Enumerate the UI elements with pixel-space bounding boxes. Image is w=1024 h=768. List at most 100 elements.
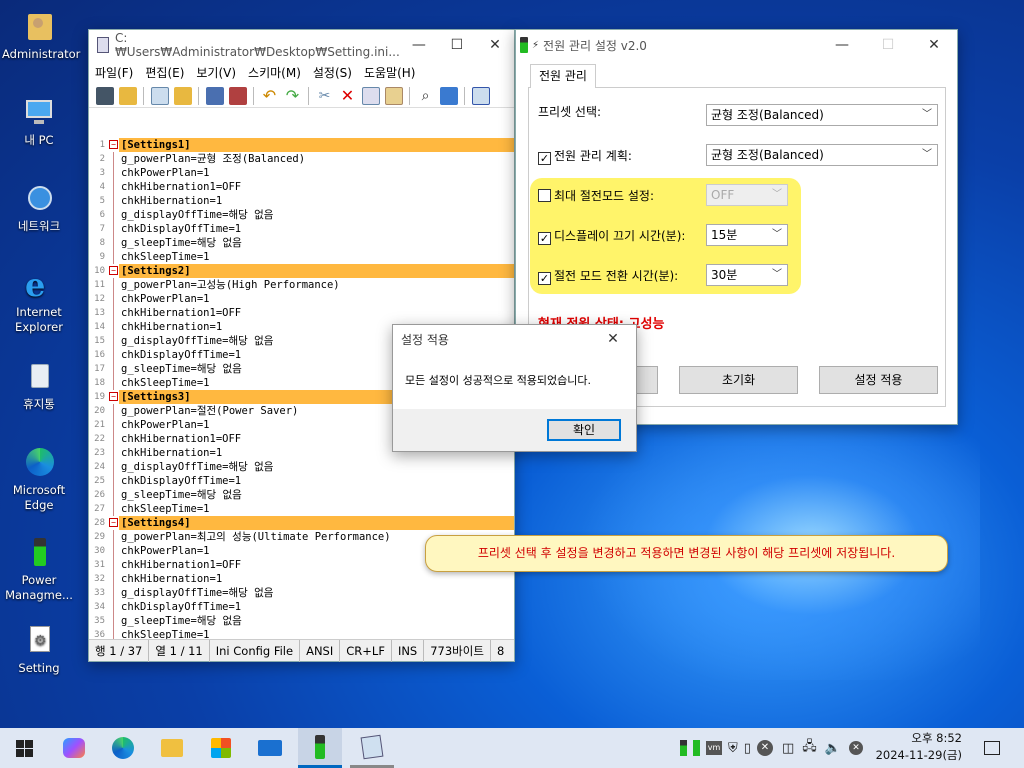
menu-schema[interactable]: 스키마(M) [242, 64, 307, 81]
close-button[interactable]: ✕ [911, 30, 957, 60]
editor-line[interactable]: 24 g_displayOffTime=해당 없음 [89, 460, 514, 474]
network-icon[interactable]: 🖧 [802, 737, 817, 759]
desktop-icon-setting[interactable]: ⚙ Setting [2, 624, 76, 676]
cut-icon[interactable]: ✂ [316, 87, 334, 105]
desktop-icon-my-pc[interactable]: 내 PC [2, 96, 76, 148]
editor-line[interactable]: 8 g_sleepTime=해당 없음 [89, 236, 514, 250]
minimize-button[interactable]: — [819, 30, 865, 60]
editor-line[interactable]: 9 chkSleepTime=1 [89, 250, 514, 264]
editor-line[interactable]: 5 chkHibernation=1 [89, 194, 514, 208]
delete-icon[interactable]: ✕ [339, 86, 357, 105]
undo-icon[interactable]: ↶ [261, 86, 279, 105]
status-encoding[interactable]: ANSI [300, 639, 341, 662]
battery-tray-icon[interactable] [680, 740, 687, 756]
editor-line[interactable]: 13 chkHibernation1=OFF [89, 306, 514, 320]
open-icon[interactable] [118, 86, 137, 105]
plan-select[interactable]: 균형 조정(Balanced) ﹀ [706, 144, 938, 166]
fold-toggle[interactable]: − [107, 264, 119, 278]
power-titlebar[interactable]: ⚡ 전원 관리 설정 v2.0 — ☐ ✕ [516, 30, 957, 60]
fold-toggle[interactable]: − [107, 138, 119, 152]
preset-select[interactable]: 균형 조정(Balanced) ﹀ [706, 104, 938, 126]
desktop-icon-administrator[interactable]: Administrator [2, 10, 80, 62]
dialog-titlebar[interactable]: 설정 적용 ✕ [393, 325, 636, 353]
menu-settings[interactable]: 설정(S) [307, 64, 358, 81]
status-filetype[interactable]: Ini Config File [210, 639, 301, 662]
paste-icon[interactable] [384, 86, 403, 105]
notifications-button[interactable] [972, 728, 1012, 768]
sleep-select[interactable]: 30분 ﹀ [706, 264, 788, 286]
sleep-checkbox[interactable]: ✓ [538, 272, 551, 285]
collapse-icon[interactable]: − [109, 266, 118, 275]
editor-line[interactable]: 7 chkDisplayOffTime=1 [89, 222, 514, 236]
hibernate-checkbox[interactable] [538, 189, 551, 202]
usb-icon[interactable]: ▯ [744, 741, 751, 756]
display-checkbox[interactable]: ✓ [538, 232, 551, 245]
desktop-icon-recycle-bin[interactable]: 휴지통 [2, 360, 76, 412]
editor-line[interactable]: 1− [Settings1] [89, 138, 514, 152]
desktop-icon-network[interactable]: 네트워크 [2, 182, 76, 234]
store-button[interactable] [201, 728, 241, 768]
editor-line[interactable]: 35 g_sleepTime=해당 없음 [89, 614, 514, 628]
redo-icon[interactable]: ↷ [284, 86, 302, 105]
remove-icon[interactable]: ✕ [756, 740, 773, 756]
collapse-icon[interactable]: − [109, 140, 118, 149]
find-icon[interactable]: ⌕ [417, 87, 435, 105]
menu-edit[interactable]: 편집(E) [139, 64, 190, 81]
mail-button[interactable] [250, 728, 290, 768]
desktop-icon-power-management[interactable]: Power Managme... [2, 536, 76, 603]
editor-line[interactable]: 27 chkSleepTime=1 [89, 502, 514, 516]
wrap-icon[interactable] [471, 86, 490, 105]
editor-line[interactable]: 28− [Settings4] [89, 516, 514, 530]
volume-icon[interactable]: 🔈 [825, 741, 841, 756]
close-button[interactable]: ✕ [476, 30, 514, 60]
notepad-taskbar-button[interactable] [350, 728, 394, 768]
power-app-taskbar-button[interactable] [298, 728, 342, 768]
start-button[interactable] [0, 728, 48, 768]
menu-help[interactable]: 도움말(H) [358, 64, 422, 81]
editor-line[interactable]: 25 chkDisplayOffTime=1 [89, 474, 514, 488]
editor-line[interactable]: 10− [Settings2] [89, 264, 514, 278]
edge-button[interactable] [103, 728, 143, 768]
menu-view[interactable]: 보기(V) [190, 64, 242, 81]
open-folder-icon[interactable] [173, 86, 192, 105]
fold-toggle[interactable]: − [107, 390, 119, 404]
editor-line[interactable]: 32 chkHibernation=1 [89, 572, 514, 586]
new-icon[interactable] [95, 86, 114, 105]
collapse-icon[interactable]: − [109, 518, 118, 527]
editor-titlebar[interactable]: C:₩Users₩Administrator₩Desktop₩Setting.i… [89, 30, 514, 60]
clock[interactable]: 오후 8:52 2024-11-29(금) [872, 730, 962, 764]
editor-line[interactable]: 33 g_displayOffTime=해당 없음 [89, 586, 514, 600]
desktop-icon-internet-explorer[interactable]: e Internet Explorer [2, 268, 76, 335]
save-icon[interactable] [205, 86, 224, 105]
desktop-icon-edge[interactable]: Microsoft Edge [2, 446, 76, 513]
editor-line[interactable]: 34 chkDisplayOffTime=1 [89, 600, 514, 614]
reset-button[interactable]: 초기화 [679, 366, 798, 394]
minimize-button[interactable]: — [400, 30, 438, 60]
maximize-button[interactable]: ☐ [438, 30, 476, 60]
display-select[interactable]: 15분 ﹀ [706, 224, 788, 246]
tab-power-management[interactable]: 전원 관리 [530, 64, 596, 88]
editor-line[interactable]: 4 chkHibernation1=OFF [89, 180, 514, 194]
battery-tray-icon-2[interactable] [693, 740, 700, 756]
status-eol[interactable]: CR+LF [340, 639, 392, 662]
file-explorer-button[interactable] [152, 728, 192, 768]
camera-icon[interactable]: ◫ [782, 741, 794, 756]
plan-checkbox[interactable]: ✓ [538, 152, 551, 165]
close-circle-icon[interactable]: ✕ [848, 741, 863, 755]
editor-line[interactable]: 6 g_displayOffTime=해당 없음 [89, 208, 514, 222]
new-file-icon[interactable] [150, 86, 169, 105]
apply-button[interactable]: 설정 적용 [819, 366, 938, 394]
editor-line[interactable]: 12 chkPowerPlan=1 [89, 292, 514, 306]
editor-line[interactable]: 26 g_sleepTime=해당 없음 [89, 488, 514, 502]
vmware-icon[interactable]: vm [706, 741, 722, 755]
menu-file[interactable]: 파일(F) [89, 64, 139, 81]
ok-button[interactable]: 확인 [547, 419, 621, 441]
replace-icon[interactable] [439, 86, 458, 105]
save-all-icon[interactable] [228, 86, 247, 105]
security-shield-icon[interactable]: ⛨ [728, 741, 738, 756]
fold-toggle[interactable]: − [107, 516, 119, 530]
close-button[interactable]: ✕ [590, 325, 636, 353]
editor-line[interactable]: 11 g_powerPlan=고성능(High Performance) [89, 278, 514, 292]
collapse-icon[interactable]: − [109, 392, 118, 401]
copilot-button[interactable] [54, 728, 94, 768]
